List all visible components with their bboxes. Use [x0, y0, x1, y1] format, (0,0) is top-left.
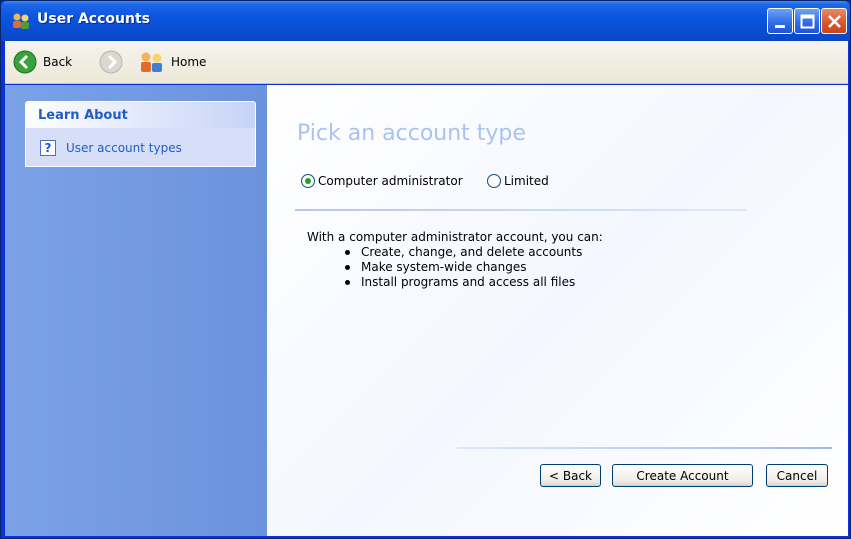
main-panel: Pick an account type Computer administra… — [267, 85, 848, 536]
window-title: User Accounts — [37, 11, 150, 27]
minimize-icon — [775, 25, 785, 28]
back-button[interactable]: < Back — [540, 464, 601, 487]
user-account-types-link[interactable]: User account types — [66, 141, 182, 155]
capability-item: Create, change, and delete accounts — [341, 245, 582, 260]
radio-admin-label: Computer administrator — [318, 174, 463, 188]
back-arrow-icon — [13, 50, 37, 74]
capability-item: Make system-wide changes — [341, 260, 582, 275]
home-users-icon — [141, 52, 162, 72]
cancel-button[interactable]: Cancel — [766, 464, 828, 487]
learn-about-panel: Learn About ? User account types — [25, 101, 256, 167]
radio-unchecked-icon[interactable] — [487, 174, 501, 188]
title-bar[interactable]: User Accounts — [1, 1, 850, 41]
learn-about-title: Learn About — [38, 108, 128, 123]
forward-arrow-icon — [99, 50, 123, 74]
radio-limited-label: Limited — [504, 174, 549, 188]
home-nav-label: Home — [171, 55, 207, 69]
maximize-button[interactable] — [794, 8, 820, 34]
capabilities-list: Create, change, and delete accounts Make… — [341, 245, 582, 290]
maximize-icon — [800, 14, 815, 29]
capability-item: Install programs and access all files — [341, 275, 582, 290]
close-button[interactable] — [821, 8, 847, 34]
divider — [295, 209, 747, 211]
user-accounts-window: User Accounts Back Home Learn About ? Us… — [0, 0, 851, 539]
navigation-toolbar: Back Home — [5, 41, 848, 84]
account-description: With a computer administrator account, y… — [307, 230, 603, 244]
back-nav-button[interactable]: Back — [13, 49, 72, 75]
home-nav-button[interactable]: Home — [139, 49, 206, 75]
back-nav-label: Back — [43, 55, 73, 69]
create-account-button[interactable]: Create Account — [612, 464, 753, 487]
minimize-button[interactable] — [767, 8, 793, 34]
help-icon: ? — [40, 140, 56, 156]
radio-checked-icon[interactable] — [301, 174, 315, 188]
close-icon — [828, 15, 841, 28]
user-accounts-icon — [13, 13, 29, 29]
footer-divider — [457, 447, 832, 449]
page-title: Pick an account type — [297, 121, 526, 146]
radio-computer-administrator[interactable]: Computer administrator — [301, 174, 463, 188]
forward-nav-button[interactable] — [99, 49, 123, 75]
content-area: Learn About ? User account types Pick an… — [5, 85, 848, 536]
task-pane: Learn About ? User account types — [5, 85, 267, 536]
learn-about-header: Learn About — [26, 102, 255, 128]
radio-limited[interactable]: Limited — [487, 174, 549, 188]
